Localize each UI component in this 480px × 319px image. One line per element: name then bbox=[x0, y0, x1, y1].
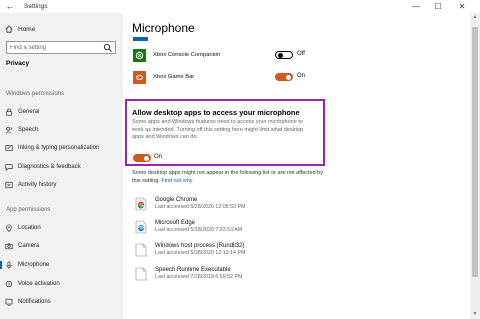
nav-item-location[interactable]: Location bbox=[0, 222, 123, 234]
nav-item-label: Voice activation bbox=[18, 281, 60, 287]
maximize-button[interactable]: ☐ bbox=[428, 0, 448, 13]
app-name: Xbox Console Companion bbox=[153, 52, 221, 58]
recent-app-windows-host-process: Windows host process (Rundll32) Last acc… bbox=[135, 242, 335, 260]
search-icon[interactable] bbox=[103, 43, 113, 53]
nav-item-speech[interactable]: Speech bbox=[0, 124, 123, 136]
partial-app-tile bbox=[133, 37, 148, 41]
search-box[interactable] bbox=[6, 41, 116, 54]
toggle-knob bbox=[278, 53, 283, 58]
nav-item-voice-activation[interactable]: Voice activation bbox=[0, 278, 123, 290]
desktop-apps-note: Some desktop apps might not appear in th… bbox=[132, 170, 332, 185]
toggle-knob bbox=[144, 155, 149, 161]
title-bar: ← Settings — ☐ ✕ bbox=[0, 0, 480, 13]
scroll-up-arrow-icon[interactable]: ▲ bbox=[470, 13, 480, 22]
game-bar-icon bbox=[133, 70, 146, 84]
recent-app-timestamp: Last accessed 5/28/2020 12:08:53 PM bbox=[155, 204, 246, 210]
toggle-state-label: On bbox=[297, 73, 306, 79]
camera-icon bbox=[5, 242, 13, 250]
recent-app-name: Google Chrome bbox=[155, 197, 198, 203]
xbox-console-companion-toggle[interactable] bbox=[275, 51, 293, 59]
nav-item-label: Camera bbox=[18, 243, 40, 249]
nav-item-label: Location bbox=[18, 225, 41, 231]
nav-item-microphone[interactable]: Microphone bbox=[0, 259, 123, 271]
recent-app-microsoft-edge: Microsoft Edge Last accessed 5/28/2020 7… bbox=[135, 219, 335, 237]
navigation-pane: Home Privacy Windows permissions General… bbox=[0, 13, 123, 319]
microphone-icon bbox=[5, 261, 13, 269]
desktop-apps-heading: Allow desktop apps to access your microp… bbox=[132, 108, 300, 117]
recent-app-speech-runtime: Speech Runtime Executable Last accessed … bbox=[135, 266, 335, 284]
location-icon bbox=[5, 224, 13, 232]
toggle-state-label: On bbox=[154, 154, 163, 160]
recent-app-name: Speech Runtime Executable bbox=[155, 267, 231, 273]
history-icon bbox=[5, 181, 13, 189]
notifications-icon bbox=[5, 298, 13, 306]
lock-icon bbox=[5, 108, 13, 116]
nav-item-label: Speech bbox=[18, 127, 39, 133]
main-content: Microphone Xbox Console Companion Off Xb… bbox=[123, 13, 470, 319]
window-title: Settings bbox=[24, 3, 48, 10]
page-title: Microphone bbox=[132, 21, 195, 35]
windows-permissions-heading: Windows permissions bbox=[6, 91, 65, 97]
nav-item-diagnostics[interactable]: Diagnostics & feedback bbox=[0, 161, 123, 173]
nav-item-label: Diagnostics & feedback bbox=[18, 164, 81, 170]
desktop-apps-description: Some apps and Windows features need to a… bbox=[132, 119, 304, 140]
nav-section-title: Privacy bbox=[6, 60, 30, 67]
search-input[interactable] bbox=[10, 42, 102, 53]
xbox-game-bar-toggle[interactable] bbox=[275, 73, 293, 81]
find-out-why-link[interactable]: Find out why bbox=[161, 178, 192, 184]
file-icon bbox=[135, 243, 147, 257]
vertical-scrollbar[interactable]: ▲ ▼ bbox=[470, 13, 480, 319]
chrome-icon bbox=[135, 197, 147, 211]
nav-item-label: General bbox=[18, 109, 40, 115]
nav-item-general[interactable]: General bbox=[0, 106, 123, 118]
speech-icon bbox=[5, 126, 13, 134]
recent-app-name: Microsoft Edge bbox=[155, 220, 196, 226]
desktop-apps-toggle[interactable] bbox=[133, 154, 151, 162]
file-icon bbox=[135, 267, 147, 281]
voice-icon bbox=[5, 280, 13, 288]
home-icon bbox=[5, 25, 13, 33]
toggle-state-label: Off bbox=[297, 51, 305, 57]
scrollbar-thumb[interactable] bbox=[472, 27, 478, 277]
diagnostics-icon bbox=[5, 163, 13, 171]
back-arrow-icon[interactable]: ← bbox=[4, 0, 16, 13]
home-link[interactable]: Home bbox=[5, 23, 35, 35]
recent-app-timestamp: Last accessed 5/28/2020 7:23:53 AM bbox=[155, 227, 243, 233]
nav-item-activity-history[interactable]: Activity history bbox=[0, 179, 123, 191]
nav-item-camera[interactable]: Camera bbox=[0, 240, 123, 252]
app-permissions-heading: App permissions bbox=[6, 207, 51, 213]
nav-item-label: Inking & typing personalization bbox=[18, 145, 100, 151]
toggle-knob bbox=[286, 74, 291, 80]
nav-item-label: Notifications bbox=[18, 299, 51, 305]
recent-app-timestamp: Last accessed 5/28/2020 12:13:14 PM bbox=[155, 250, 246, 256]
recent-app-name: Windows host process (Rundll32) bbox=[155, 243, 245, 249]
scroll-down-arrow-icon[interactable]: ▼ bbox=[470, 310, 480, 319]
recent-app-timestamp: Last accessed 7/28/2019 6:59:52 PM bbox=[155, 274, 243, 280]
nav-item-inking[interactable]: Inking & typing personalization bbox=[0, 142, 123, 154]
xbox-companion-icon bbox=[133, 48, 146, 62]
recent-app-google-chrome: Google Chrome Last accessed 5/28/2020 12… bbox=[135, 196, 335, 214]
active-indicator bbox=[0, 261, 2, 269]
edge-icon bbox=[135, 220, 147, 234]
minimize-button[interactable]: — bbox=[406, 0, 426, 13]
app-name: Xbox Game Bar bbox=[153, 74, 195, 80]
nav-item-notifications[interactable]: Notifications bbox=[0, 296, 123, 308]
home-label: Home bbox=[18, 25, 36, 33]
inking-icon bbox=[5, 144, 13, 152]
nav-item-label: Microphone bbox=[18, 262, 50, 268]
nav-item-label: Activity history bbox=[18, 182, 57, 188]
close-button[interactable]: ✕ bbox=[452, 0, 472, 13]
